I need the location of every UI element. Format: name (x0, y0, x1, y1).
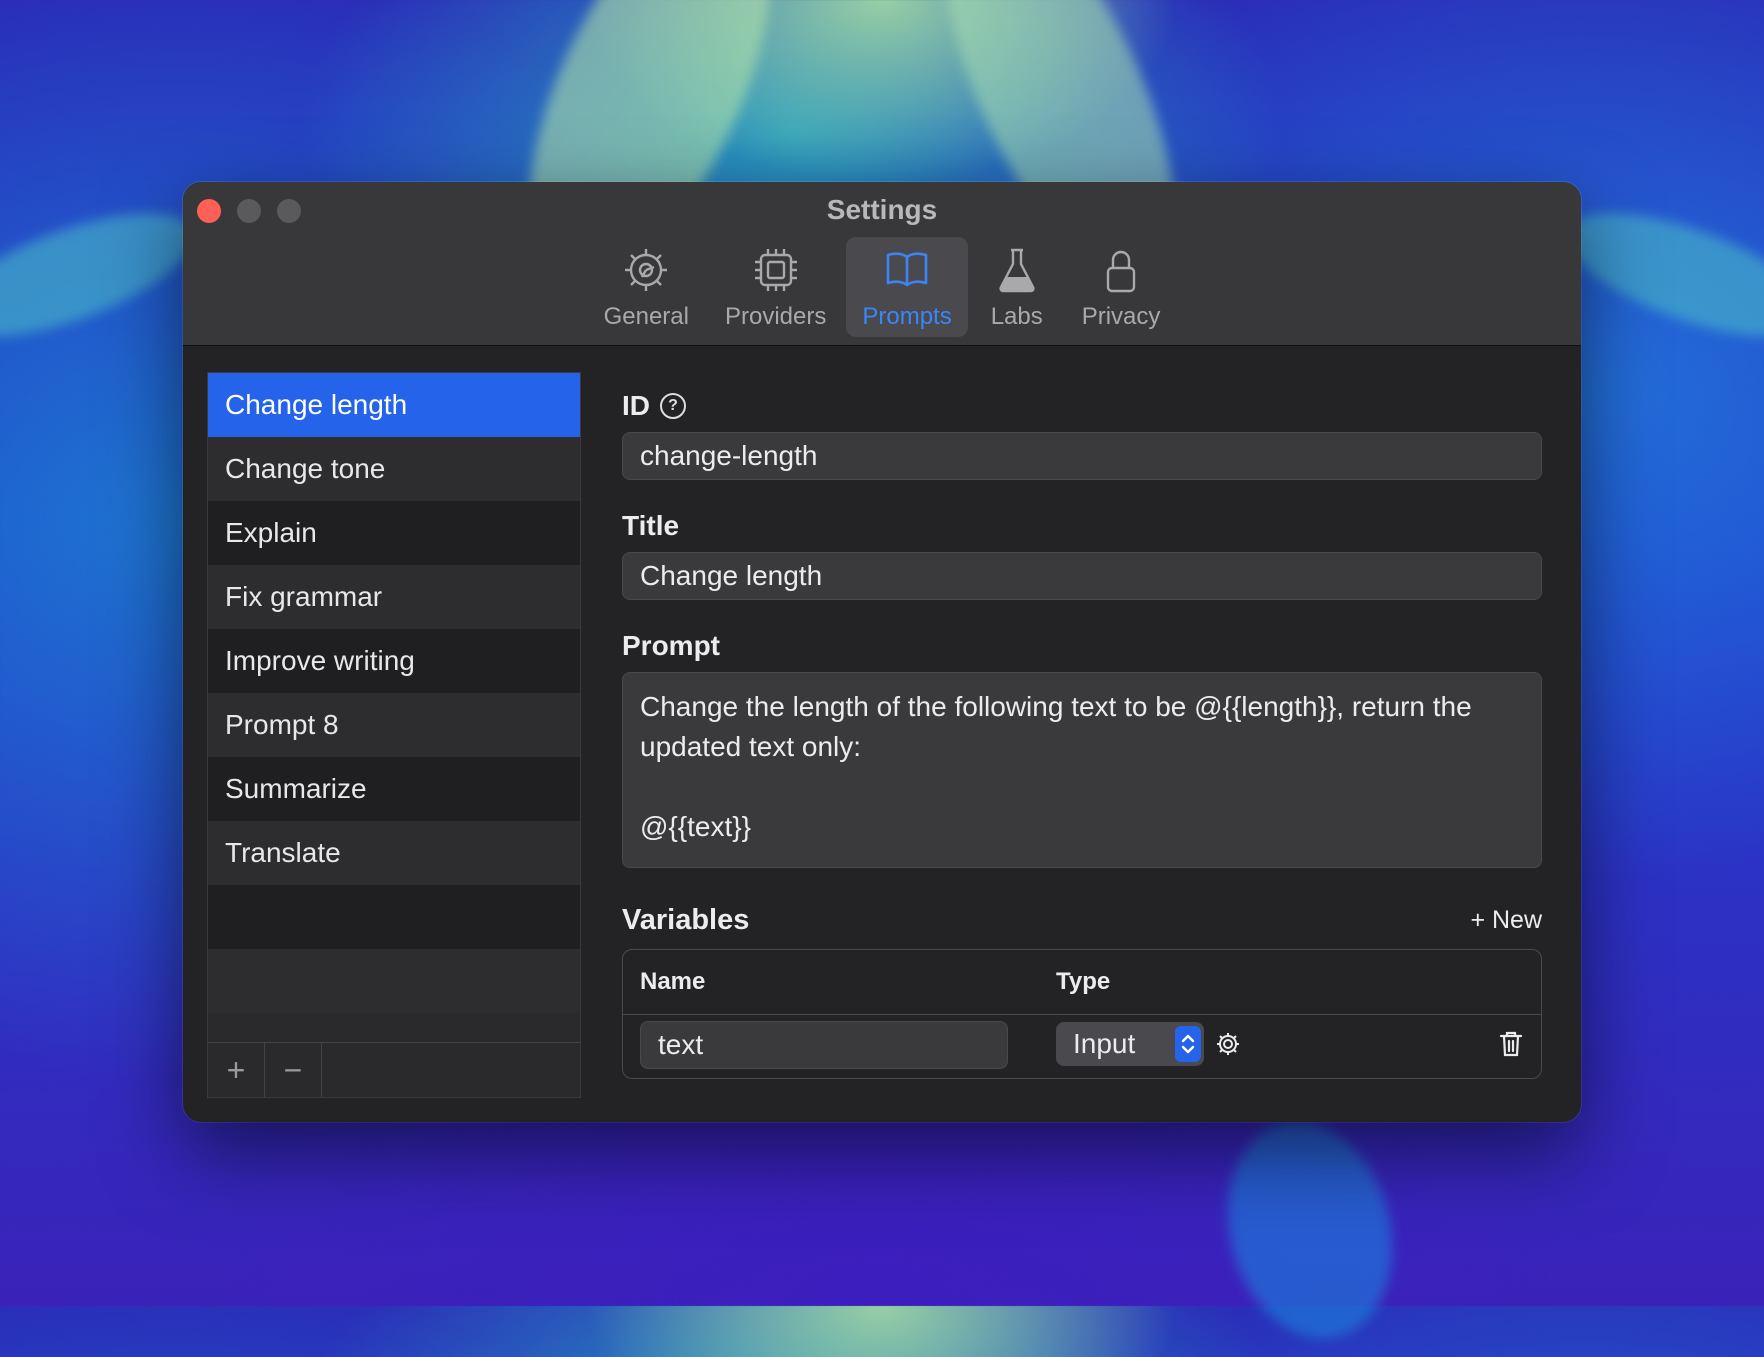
variable-name-input[interactable]: text (640, 1021, 1008, 1069)
list-item-change-tone[interactable]: Change tone (208, 437, 580, 501)
tab-labs-label: Labs (990, 303, 1043, 330)
prompt-textarea[interactable]: Change the length of the following text … (622, 672, 1542, 868)
column-type: Type (1056, 968, 1111, 995)
window-title: Settings (826, 194, 938, 225)
book-icon (886, 252, 928, 287)
chip-icon (754, 249, 797, 291)
table-row: text Input (623, 1015, 1541, 1079)
title-field[interactable]: Change length (622, 552, 1542, 600)
gear-icon (625, 249, 668, 291)
list-item-translate[interactable]: Translate (208, 821, 580, 885)
variables-header: Variables + New (622, 904, 1542, 937)
toolbar-tabs: General Providers Prompts Labs Privacy (183, 237, 1581, 337)
titlebar: Settings General Providers Prompts Labs … (183, 182, 1581, 346)
tab-prompts-label: Prompts (862, 303, 952, 330)
remove-prompt-button[interactable]: − (265, 1043, 322, 1097)
gear-icon[interactable] (1215, 1031, 1241, 1057)
variable-type-value: Input (1073, 1028, 1136, 1059)
chevron-updown-icon (1175, 1026, 1201, 1062)
wallpaper-streak (1204, 1103, 1416, 1357)
title-label: Title (622, 510, 680, 541)
tab-providers[interactable]: Providers (709, 237, 842, 337)
id-label-row: ID ? (622, 390, 1542, 422)
list-item-fix-grammar[interactable]: Fix grammar (208, 565, 580, 629)
list-item-explain[interactable]: Explain (208, 501, 580, 565)
tab-prompts[interactable]: Prompts (846, 237, 968, 337)
new-variable-button[interactable]: + New (1470, 906, 1542, 935)
variable-type-select[interactable]: Input (1056, 1022, 1204, 1066)
wallpaper-streak (1552, 188, 1764, 362)
flask-icon (999, 248, 1035, 293)
tab-general-label: General (603, 303, 689, 330)
variables-title: Variables (622, 904, 750, 936)
list-item-empty (208, 949, 580, 1013)
list-footer: + − (208, 1042, 580, 1097)
list-item-summarize[interactable]: Summarize (208, 757, 580, 821)
column-name: Name (640, 968, 706, 995)
prompt-list: Change length Change tone Explain Fix gr… (207, 372, 581, 1098)
id-label: ID (622, 390, 650, 421)
lock-icon (1106, 250, 1136, 293)
tab-privacy[interactable]: Privacy (1066, 237, 1177, 337)
tab-labs[interactable]: Labs (972, 237, 1062, 337)
list-item-change-length[interactable]: Change length (208, 373, 580, 437)
id-field[interactable]: change-length (622, 432, 1542, 480)
settings-window: Settings General Providers Prompts Labs … (183, 182, 1581, 1122)
list-item-prompt-8[interactable]: Prompt 8 (208, 693, 580, 757)
variables-table: Name Type text Input (622, 949, 1542, 1079)
variables-table-header: Name Type (623, 950, 1541, 1015)
wallpaper-streak (0, 188, 208, 362)
list-item-improve-writing[interactable]: Improve writing (208, 629, 580, 693)
add-prompt-button[interactable]: + (208, 1043, 265, 1097)
prompt-editor: ID ? change-length Title Change length P… (622, 372, 1542, 1079)
help-icon[interactable]: ? (660, 393, 686, 419)
tab-providers-label: Providers (724, 303, 827, 330)
list-item-empty (208, 885, 580, 949)
prompt-label: Prompt (622, 630, 720, 661)
tab-general[interactable]: General (588, 237, 705, 337)
trash-icon[interactable] (1498, 1030, 1524, 1058)
tab-privacy-label: Privacy (1081, 303, 1161, 330)
